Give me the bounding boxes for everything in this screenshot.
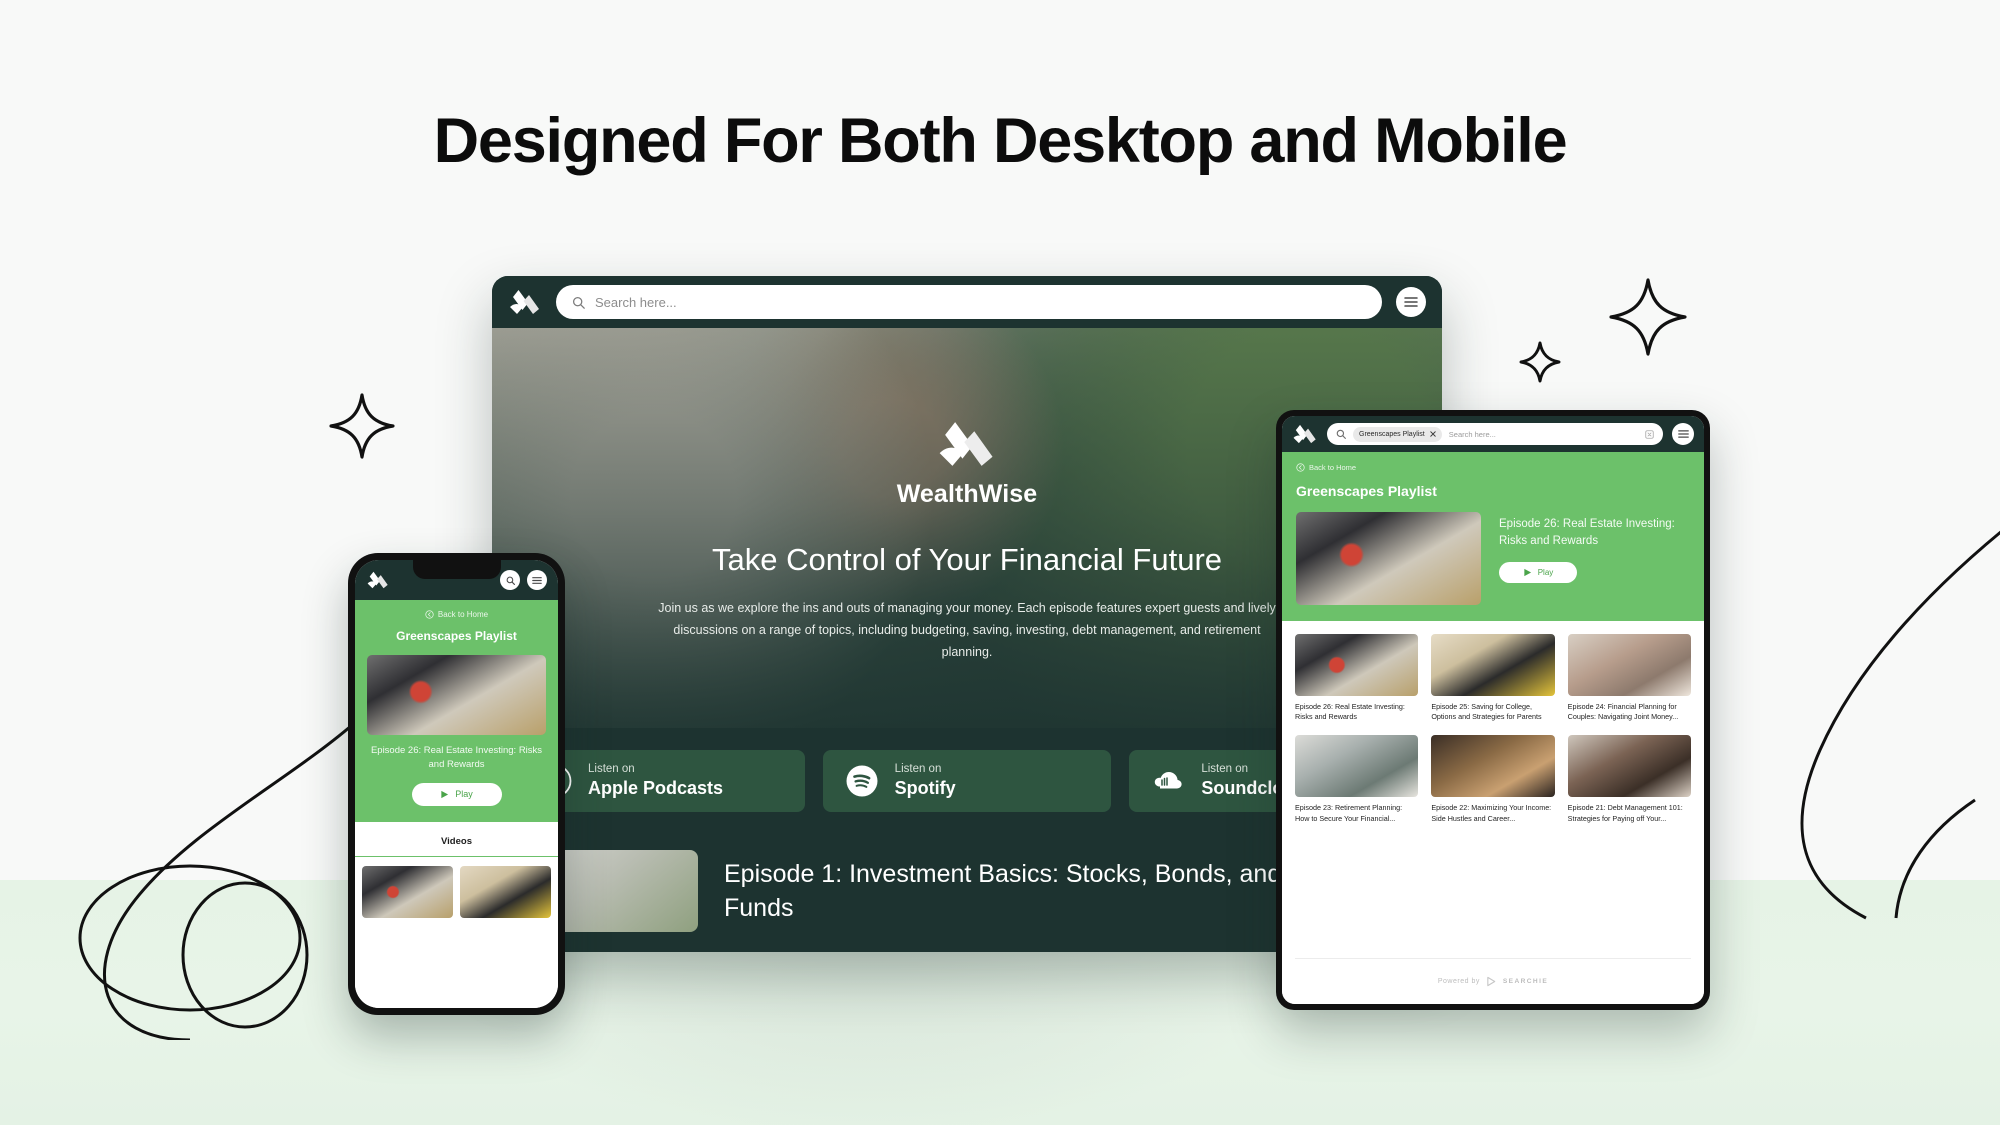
search-icon[interactable] <box>500 570 520 590</box>
page-headline: Designed For Both Desktop and Mobile <box>433 106 1568 176</box>
hero-subtitle: Join us as we explore the ins and outs o… <box>658 601 1276 659</box>
hero-episode-thumbnail[interactable] <box>1296 512 1481 605</box>
back-to-home-link[interactable]: Back to Home <box>367 610 546 619</box>
searchie-brand-label: SEARCHIE <box>1502 978 1549 985</box>
close-icon[interactable] <box>1430 431 1436 437</box>
tablet-hero-section: Back to Home Greenscapes Playlist Episod… <box>1282 452 1704 621</box>
episode-thumbnail[interactable] <box>362 865 453 918</box>
search-filter-chip[interactable]: Greenscapes Playlist <box>1353 426 1442 442</box>
episode-card[interactable]: Episode 26: Real Estate Investing: Risks… <box>1295 634 1419 722</box>
search-input[interactable]: Search here... <box>556 285 1382 319</box>
search-filter-chip-label: Greenscapes Playlist <box>1359 430 1425 438</box>
hero-episode-thumbnail[interactable] <box>367 655 546 735</box>
listen-eyebrow: Listen on <box>588 762 635 775</box>
episode-card[interactable]: Episode 22: Maximizing Your Income: Side… <box>1431 735 1555 823</box>
tablet-episode-list: Episode 26: Real Estate Investing: Risks… <box>1282 621 1704 1004</box>
episode-card[interactable]: Episode 21: Debt Management 101: Strateg… <box>1567 735 1691 823</box>
hero-episode-title: Episode 26: Real Estate Investing: Risks… <box>370 745 543 770</box>
hero-title: Take Control of Your Financial Future <box>711 542 1223 577</box>
back-to-home-label: Back to Home <box>437 610 489 619</box>
episode-title: Episode 23: Retirement Planning: How to … <box>1295 803 1403 823</box>
mobile-episode-grid <box>355 856 558 1008</box>
search-input[interactable]: Greenscapes Playlist Search here... <box>1327 423 1663 445</box>
search-placeholder-text: Search here... <box>1448 429 1496 439</box>
back-to-home-label: Back to Home <box>1309 463 1357 472</box>
hamburger-menu-icon[interactable] <box>1396 287 1426 317</box>
playlist-title: Greenscapes Playlist <box>1296 483 1437 499</box>
episode-thumbnail[interactable] <box>460 865 551 918</box>
play-button-label: Play <box>1537 568 1554 578</box>
searchie-logo-icon <box>1487 976 1496 987</box>
desktop-topbar: Search here... <box>492 276 1442 328</box>
episode-thumbnail <box>1567 634 1691 696</box>
episode-thumbnail <box>1567 735 1691 798</box>
wealthwise-logo-icon[interactable] <box>1292 424 1318 444</box>
episode-card[interactable]: Episode 25: Saving for College, Options … <box>1431 634 1555 722</box>
episode-thumbnail <box>1431 634 1555 696</box>
listen-eyebrow: Listen on <box>894 762 942 775</box>
episode-title: Episode 25: Saving for College, Options … <box>1431 702 1542 722</box>
episode-thumbnail <box>1431 735 1555 798</box>
play-button[interactable]: Play <box>411 782 502 806</box>
tablet-topbar: Greenscapes Playlist Search here... <box>1282 416 1704 452</box>
play-icon <box>1524 569 1531 577</box>
episode-grid: Episode 26: Real Estate Investing: Risks… <box>1295 634 1691 824</box>
episode-title: Episode 21: Debt Management 101: Strateg… <box>1567 803 1683 823</box>
back-to-home-link[interactable]: Back to Home <box>1296 463 1690 472</box>
search-icon <box>1336 429 1346 439</box>
wealthwise-logo-icon[interactable] <box>508 289 542 315</box>
episode-thumbnail <box>1295 634 1419 696</box>
hamburger-menu-icon[interactable] <box>1672 423 1694 445</box>
episode-title: Episode 26: Real Estate Investing: Risks… <box>1295 702 1405 722</box>
spotify-icon <box>846 765 878 797</box>
playlist-title: Greenscapes Playlist <box>396 629 517 643</box>
wealthwise-logo-icon[interactable] <box>366 571 390 589</box>
tablet-mockup: Greenscapes Playlist Search here... Back… <box>1276 410 1710 1010</box>
mobile-hero-section: Back to Home Greenscapes Playlist Episod… <box>355 600 558 822</box>
play-button-label: Play <box>455 789 473 800</box>
episode-title: Episode 24: Financial Planning for Coupl… <box>1567 702 1679 722</box>
episode-card[interactable]: Episode 23: Retirement Planning: How to … <box>1295 735 1419 823</box>
platform-name: Apple Podcasts <box>588 777 724 798</box>
mobile-mockup: Back to Home Greenscapes Playlist Episod… <box>348 553 565 1015</box>
powered-by-label: Powered by <box>1437 978 1480 985</box>
search-icon <box>572 296 585 309</box>
clear-input-icon[interactable] <box>1645 429 1654 439</box>
soundcloud-icon <box>1155 772 1182 789</box>
phone-notch <box>412 560 501 579</box>
listen-on-spotify-button[interactable]: Listen on Spotify <box>822 750 1112 812</box>
powered-by-footer: Powered by SEARCHIE <box>1295 958 1691 1004</box>
episode-thumbnail <box>1295 735 1419 798</box>
back-circle-icon <box>425 610 434 619</box>
brand-name: WealthWise <box>896 480 1038 508</box>
search-placeholder-text: Search here... <box>595 294 677 310</box>
platform-name: Spotify <box>894 777 956 798</box>
hamburger-menu-icon[interactable] <box>527 570 547 590</box>
episode-card[interactable]: Episode 24: Financial Planning for Coupl… <box>1567 634 1691 722</box>
play-icon <box>441 790 449 798</box>
play-button[interactable]: Play <box>1499 562 1577 584</box>
episode-title: Episode 22: Maximizing Your Income: Side… <box>1431 803 1552 823</box>
hero-episode-title: Episode 26: Real Estate Investing: Risks… <box>1499 518 1675 547</box>
wealthwise-logo-icon-hero <box>939 422 993 466</box>
back-circle-icon <box>1296 463 1305 472</box>
tab-videos[interactable]: Videos <box>355 821 558 857</box>
